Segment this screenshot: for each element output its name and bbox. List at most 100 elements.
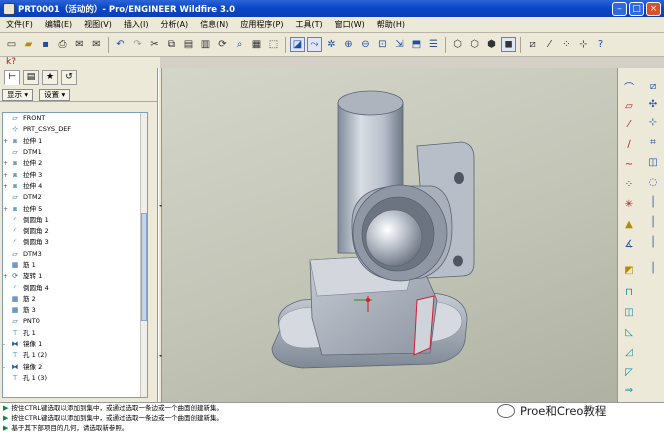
expand-toggle[interactable]: + — [3, 136, 10, 147]
graph-tool-icon[interactable]: ◫ — [646, 156, 660, 169]
tree-node[interactable]: ▱ PNT0 — [3, 316, 147, 327]
expand-toggle[interactable]: + — [3, 271, 10, 282]
tree-scrollbar[interactable] — [140, 113, 147, 397]
expand-toggle[interactable]: + — [3, 158, 10, 169]
reorient-icon[interactable]: ⇲ — [392, 37, 407, 52]
maximize-button[interactable]: □ — [629, 1, 644, 16]
tree-node[interactable]: ⊤ 孔 1 (3) — [3, 373, 147, 384]
vertical-line-icon[interactable]: │ — [646, 196, 660, 209]
tree-node[interactable]: ▱ DTM3 — [3, 249, 147, 260]
menu-tools[interactable]: 工具(T) — [290, 19, 329, 30]
tree-node[interactable]: + ⟳ 旋转 1 — [3, 271, 147, 282]
scroll-thumb[interactable] — [141, 213, 147, 321]
tree-node[interactable]: - ⧓ 镜像 1 — [3, 339, 147, 350]
revolve-tool-icon[interactable]: │ — [646, 216, 660, 229]
menu-info[interactable]: 信息(N) — [194, 19, 234, 30]
email-icon[interactable]: ✉ — [72, 37, 87, 52]
sketch-icon[interactable]: ⌒ — [622, 82, 636, 95]
csys-icon[interactable]: ⊹ — [576, 37, 591, 52]
analysis-tool-icon[interactable]: ⌗ — [646, 136, 660, 149]
select-icon[interactable]: ▦ — [249, 37, 264, 52]
cut-icon[interactable]: ✂ — [147, 37, 162, 52]
history-tab-icon[interactable]: ↺ — [61, 70, 77, 85]
expand-toggle[interactable]: - — [3, 362, 10, 373]
save-icon[interactable]: ▪ — [38, 37, 53, 52]
csys-tool-icon[interactable]: ⊹ — [646, 116, 660, 129]
close-button[interactable]: × — [646, 1, 661, 16]
sketch-curve-icon[interactable]: ∼ — [622, 158, 636, 171]
expand-toggle[interactable]: + — [3, 170, 10, 181]
menu-analysis[interactable]: 分析(A) — [154, 19, 194, 30]
wireframe-icon[interactable]: ⬡ — [450, 37, 465, 52]
curve-tool-icon[interactable]: ∕ — [622, 138, 636, 151]
datum-points-icon[interactable]: ⁘ — [559, 37, 574, 52]
undo-icon[interactable]: ↶ — [113, 37, 128, 52]
hole-tool-icon[interactable]: ◩ — [622, 264, 636, 277]
spin-center-icon[interactable]: ⤳ — [307, 37, 322, 52]
print-icon[interactable]: ⎙ — [55, 37, 70, 52]
plane-tool-icon[interactable]: ▱ — [622, 100, 636, 113]
datum-axes-icon[interactable]: ⁄ — [542, 37, 557, 52]
find-icon[interactable]: ⌕ — [232, 37, 247, 52]
blend-tool-icon[interactable]: │ — [646, 236, 660, 249]
menu-edit[interactable]: 编辑(E) — [39, 19, 78, 30]
graphics-viewport[interactable] — [162, 68, 617, 402]
selection-dropdown-icon[interactable]: ⬚ — [266, 37, 281, 52]
datum-plane-icon[interactable]: ⧄ — [646, 80, 660, 93]
chamfer-tool-icon[interactable]: ◿ — [622, 346, 636, 359]
tree-node[interactable]: ▱ DTM1 — [3, 147, 147, 158]
menu-window[interactable]: 窗口(W) — [329, 19, 371, 30]
shell-tool-icon[interactable]: │ — [646, 262, 660, 275]
pattern-tool-icon[interactable]: ◸ — [622, 366, 636, 379]
menu-help[interactable]: 帮助(H) — [371, 19, 411, 30]
redo-icon[interactable]: ↷ — [130, 37, 145, 52]
paste-special-icon[interactable]: ▥ — [198, 37, 213, 52]
star-tool-icon[interactable]: ✳ — [622, 198, 636, 211]
axis-tool-icon[interactable]: ⁄ — [622, 118, 636, 131]
expand-toggle[interactable]: - — [3, 339, 10, 350]
send-icon[interactable]: ✉ — [89, 37, 104, 52]
tree-node[interactable]: ⊹ PRT_CSYS_DEF — [3, 124, 147, 135]
tree-node[interactable]: ◜ 倒圆角 3 — [3, 237, 147, 248]
extrude-tool-icon[interactable]: ▲ — [622, 218, 636, 231]
tree-node[interactable]: + ⧈ 拉伸 3 — [3, 169, 147, 180]
tree-node[interactable]: ▦ 筋 1 — [3, 260, 147, 271]
show-dropdown[interactable]: 显示 ▾ — [2, 89, 34, 101]
settings-dropdown[interactable]: 设置 ▾ — [39, 89, 71, 101]
new-file-icon[interactable]: ▭ — [4, 37, 19, 52]
zoom-in-icon[interactable]: ⊕ — [341, 37, 356, 52]
open-folder-icon[interactable]: ▰ — [21, 37, 36, 52]
tree-node[interactable]: ▦ 筋 3 — [3, 305, 147, 316]
tree-node[interactable]: - ⧓ 镜像 2 — [3, 362, 147, 373]
model-tree-tab-icon[interactable]: ⊢ — [4, 70, 20, 85]
datum-planes-icon[interactable]: ⧄ — [525, 37, 540, 52]
tree-node[interactable]: ▦ 筋 2 — [3, 294, 147, 305]
zoom-out-icon[interactable]: ⊖ — [358, 37, 373, 52]
rib-tool-icon[interactable]: ⊓ — [622, 286, 636, 299]
sweep-tool-icon[interactable]: ∡ — [622, 238, 636, 251]
mirror-tool-icon[interactable]: ⇒ — [622, 384, 636, 397]
favorites-tab-icon[interactable]: ★ — [42, 70, 58, 85]
context-help-icon[interactable]: k? — [6, 57, 16, 67]
menu-file[interactable]: 文件(F) — [0, 19, 39, 30]
refit-icon[interactable]: ⊡ — [375, 37, 390, 52]
tree-node[interactable]: ⊤ 孔 1 — [3, 328, 147, 339]
datum-curve-icon[interactable]: ◌ — [646, 176, 660, 189]
repaint-icon[interactable]: ◪ — [290, 37, 305, 52]
help-icon[interactable]: ? — [593, 37, 608, 52]
hidden-line-icon[interactable]: ⬡ — [467, 37, 482, 52]
point-pattern-icon[interactable]: ⁘ — [622, 178, 636, 191]
tree-node[interactable]: ◜ 倒圆角 1 — [3, 215, 147, 226]
point-tool-icon[interactable]: ✣ — [646, 98, 660, 111]
draft-tool-icon[interactable]: ◫ — [622, 306, 636, 319]
tree-node[interactable]: ◜ 倒圆角 4 — [3, 282, 147, 293]
expand-toggle[interactable]: + — [3, 181, 10, 192]
orient-mode-icon[interactable]: ✲ — [324, 37, 339, 52]
no-hidden-icon[interactable]: ⬢ — [484, 37, 499, 52]
tree-node[interactable]: + ⧈ 拉伸 2 — [3, 158, 147, 169]
layers-icon[interactable]: ☰ — [426, 37, 441, 52]
tree-node[interactable]: ▱ DTM2 — [3, 192, 147, 203]
tree-node[interactable]: ◜ 倒圆角 2 — [3, 226, 147, 237]
folder-browser-tab-icon[interactable]: ▤ — [23, 70, 39, 85]
menu-view[interactable]: 视图(V) — [78, 19, 118, 30]
